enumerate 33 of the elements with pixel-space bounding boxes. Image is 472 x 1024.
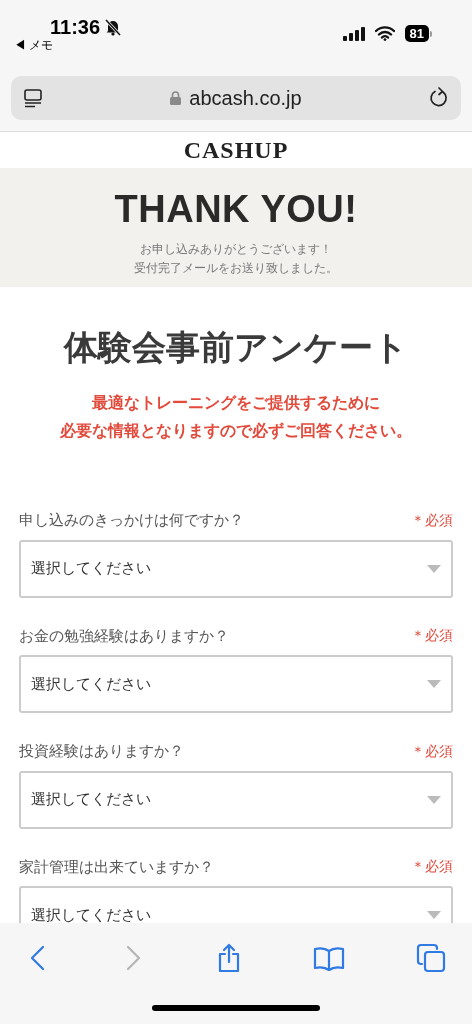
question-label: お金の勉強経験はありますか？ <box>19 625 229 646</box>
survey-notice: 必要な情報となりますので必ずご回答ください。 <box>60 421 412 442</box>
tabs-icon <box>416 943 446 973</box>
required-label: ＊必須 <box>411 857 453 877</box>
select-field[interactable]: 選択してください <box>19 770 453 829</box>
signal-icon <box>342 26 365 41</box>
dropdown-arrow-icon <box>427 795 441 804</box>
select-field[interactable]: 選択してください <box>19 539 453 598</box>
wifi-icon <box>374 26 395 41</box>
reader-icon <box>23 88 43 108</box>
question-label: 申し込みのきっかけは何ですか？ <box>19 510 244 530</box>
site-logo: CASHUP <box>183 136 289 165</box>
banner-message: お申し込みありがとうございます！ <box>140 241 332 258</box>
select-field[interactable]: 選択してください <box>19 655 453 713</box>
required-label: ＊必須 <box>411 741 453 761</box>
banner-title: THANK YOU! <box>114 187 358 232</box>
dropdown-arrow-icon <box>427 564 441 573</box>
required-label: ＊必須 <box>411 626 453 646</box>
question-label: 家計管理は出来ていますか？ <box>19 856 214 877</box>
address-bar[interactable]: abcash.co.jp <box>11 76 461 120</box>
battery-level: 81 <box>404 25 429 42</box>
required-label: ＊必須 <box>411 510 453 530</box>
select-field[interactable]: 選択してください <box>19 886 453 923</box>
survey-notice: 最適なトレーニングをご提供するために <box>92 393 380 414</box>
dropdown-arrow-icon <box>427 911 441 919</box>
question-label: 投資経験はありますか？ <box>19 741 184 761</box>
banner-message: 受付完了メールをお送り致しました。 <box>134 260 338 277</box>
url-text: abcash.co.jp <box>189 86 302 111</box>
reload-icon[interactable] <box>429 87 449 109</box>
share-icon <box>216 943 242 973</box>
survey-title: 体験会事前アンケート <box>64 327 408 368</box>
dropdown-arrow-icon <box>427 680 441 688</box>
book-icon <box>313 945 345 971</box>
